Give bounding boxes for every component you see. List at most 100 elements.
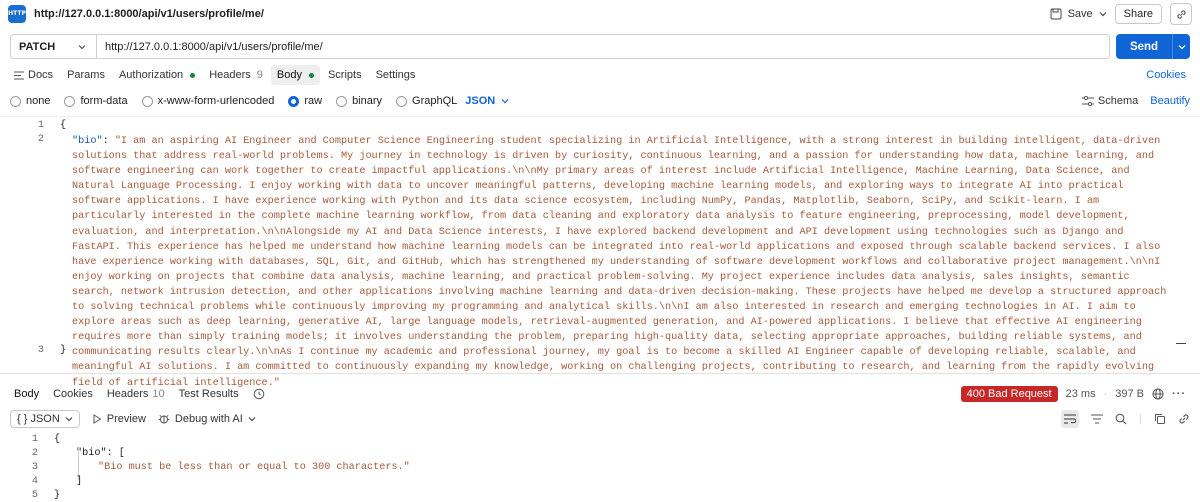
- schema-button[interactable]: Schema: [1081, 95, 1138, 107]
- raw-format-select[interactable]: JSON: [465, 95, 509, 107]
- response-size[interactable]: 397 B: [1115, 388, 1144, 400]
- share-button[interactable]: Share: [1114, 4, 1162, 24]
- globe-icon[interactable]: [1152, 388, 1164, 400]
- editor-scrollbar[interactable]: [1176, 343, 1186, 344]
- save-label: Save: [1067, 8, 1093, 20]
- open-brace: {: [54, 434, 61, 445]
- resp-tab-cookies[interactable]: Cookies: [53, 388, 93, 400]
- response-tabs: Body Cookies Headers 10 Test Results 400…: [0, 384, 1200, 404]
- error-message: "Bio must be less than or equal to 300 c…: [98, 462, 410, 473]
- json-key: "bio": [: [76, 448, 125, 459]
- response-format-select[interactable]: { } JSON: [10, 410, 80, 428]
- beautify-button[interactable]: Beautify: [1150, 95, 1190, 107]
- line-number: 1: [31, 434, 38, 445]
- radio-icon: [396, 95, 408, 107]
- radio-graphql[interactable]: GraphQL: [396, 95, 457, 107]
- radio-urlencoded[interactable]: x-www-form-urlencoded: [141, 95, 274, 107]
- radio-raw[interactable]: raw: [288, 95, 322, 107]
- radio-icon: [141, 95, 153, 107]
- wrap-lines-button[interactable]: [1061, 410, 1080, 428]
- response-toolbar: { } JSON Preview Debug with AI |: [0, 409, 1200, 429]
- chevron-down-icon[interactable]: [1099, 10, 1107, 18]
- bio-value: "bio": "I am an aspiring AI Engineer and…: [72, 134, 1172, 391]
- response-body-viewer[interactable]: 1 2 3 4 5 { "bio": [ "Bio must be less t…: [0, 432, 1200, 502]
- preview-button[interactable]: Preview: [92, 413, 146, 425]
- tab-docs-label: Docs: [28, 69, 54, 81]
- copy-icon[interactable]: [1154, 413, 1166, 425]
- history-button[interactable]: [253, 388, 265, 400]
- tab-docs[interactable]: Docs: [14, 65, 53, 85]
- link-icon[interactable]: [1178, 413, 1190, 425]
- headers-count: 9: [256, 69, 263, 81]
- line-number: 2: [31, 448, 38, 459]
- json-key: "bio": [72, 136, 103, 147]
- cookies-link[interactable]: Cookies: [1146, 69, 1186, 81]
- radio-binary[interactable]: binary: [336, 95, 382, 107]
- line-number: 1: [37, 120, 44, 131]
- raw-format-label: JSON: [465, 95, 496, 107]
- preview-label: Preview: [106, 413, 146, 425]
- radio-none[interactable]: none: [10, 95, 50, 107]
- response-time[interactable]: 23 ms: [1066, 388, 1096, 400]
- sliders-icon: [1081, 96, 1094, 106]
- status-badge[interactable]: 400 Bad Request: [960, 386, 1058, 402]
- url-input[interactable]: [97, 35, 1109, 58]
- close-brace: }: [60, 345, 67, 356]
- save-icon: [1050, 8, 1062, 20]
- resp-headers-count: 10: [152, 388, 165, 400]
- request-body-editor[interactable]: 1 2 3 { "bio": "I am an aspiring AI Engi…: [0, 116, 1200, 389]
- resp-tab-headers[interactable]: Headers 10: [107, 388, 165, 400]
- more-options-icon[interactable]: ···: [1172, 388, 1186, 400]
- status-dot-icon: [308, 72, 314, 78]
- bug-icon: [158, 414, 170, 424]
- open-brace: {: [60, 120, 67, 131]
- tab-body-label: Body: [276, 69, 302, 81]
- divider: |: [1139, 413, 1142, 425]
- search-icon[interactable]: [1115, 413, 1127, 425]
- save-button[interactable]: Save: [1050, 8, 1107, 20]
- line-number: 3: [37, 345, 44, 356]
- line-number: 5: [31, 490, 38, 501]
- radio-binary-label: binary: [352, 95, 383, 107]
- filter-icon[interactable]: [1091, 414, 1104, 424]
- send-options-button[interactable]: [1172, 34, 1190, 59]
- tab-params[interactable]: Params: [67, 65, 105, 85]
- url-row: PATCH Send: [10, 34, 1190, 59]
- request-title[interactable]: http://127.0.0.1:8000/api/v1/users/profi…: [34, 8, 264, 20]
- wrap-icon: [1064, 414, 1077, 424]
- tab-scripts[interactable]: Scripts: [328, 65, 362, 85]
- radio-form-data-label: form-data: [80, 95, 128, 107]
- title-actions: Save Share: [1050, 3, 1192, 25]
- radio-icon: [64, 95, 76, 107]
- method-label: PATCH: [19, 40, 56, 53]
- chevron-down-icon[interactable]: [248, 415, 256, 423]
- tab-body[interactable]: Body: [270, 65, 320, 85]
- radio-icon: [336, 95, 348, 107]
- tab-headers[interactable]: Headers 9: [209, 65, 263, 85]
- send-label: Send: [1129, 40, 1159, 53]
- title-bar: HTTP http://127.0.0.1:8000/api/v1/users/…: [0, 0, 1200, 28]
- method-select[interactable]: PATCH: [11, 35, 97, 58]
- json-string: "I am an aspiring AI Engineer and Comput…: [72, 136, 1173, 389]
- radio-graphql-label: GraphQL: [412, 95, 458, 107]
- copy-link-button[interactable]: [1170, 3, 1192, 25]
- tab-settings[interactable]: Settings: [376, 65, 416, 85]
- chevron-down-icon: [78, 44, 86, 49]
- docs-icon: [14, 71, 24, 79]
- tab-scripts-label: Scripts: [327, 69, 362, 81]
- send-button[interactable]: Send: [1116, 34, 1190, 59]
- response-status: 400 Bad Request 23 ms · 397 B ···: [960, 386, 1186, 402]
- tab-authorization-label: Authorization: [118, 69, 184, 81]
- radio-form-data[interactable]: form-data: [64, 95, 128, 107]
- link-icon: [1176, 9, 1186, 19]
- resp-tab-body[interactable]: Body: [14, 388, 39, 400]
- tab-authorization[interactable]: Authorization: [118, 65, 196, 85]
- url-bar: PATCH: [10, 34, 1110, 59]
- resp-tab-test-results[interactable]: Test Results: [179, 388, 239, 400]
- tab-settings-label: Settings: [375, 69, 416, 81]
- json-colon: :: [102, 136, 115, 147]
- resp-tab-headers-label: Headers: [106, 388, 149, 400]
- response-format-label: { } JSON: [17, 413, 60, 425]
- radio-checked-icon: [288, 95, 300, 107]
- debug-ai-button[interactable]: Debug with AI: [158, 413, 256, 425]
